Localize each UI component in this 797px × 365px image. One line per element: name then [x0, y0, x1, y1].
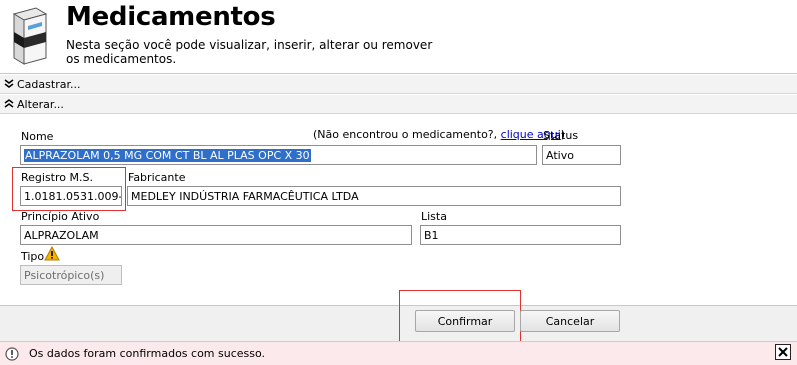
warning-icon	[44, 246, 60, 261]
lista-value: B1	[424, 228, 439, 242]
section-cadastrar-label: Cadastrar...	[17, 77, 81, 91]
info-icon	[5, 346, 19, 361]
registro-value: 1.0181.0531.009-1	[24, 189, 122, 203]
cancel-button[interactable]: Cancelar	[520, 310, 620, 332]
status-label: Status	[543, 129, 579, 142]
double-chevron-down-icon	[4, 79, 14, 88]
not-found-text: (Não encontrou o medicamento?,	[313, 128, 498, 141]
principio-input[interactable]: ALPRAZOLAM	[20, 225, 412, 245]
fabricante-label: Fabricante	[128, 171, 186, 184]
close-status-button[interactable]	[775, 344, 791, 360]
fabricante-input[interactable]: MEDLEY INDÚSTRIA FARMACÊUTICA LTDA	[127, 186, 621, 206]
tipo-field: Psicotrópico(s)	[20, 265, 122, 285]
page-header: Medicamentos Nesta seção você pode visua…	[0, 0, 797, 74]
nome-input[interactable]: ALPRAZOLAM 0,5 MG COM CT BL AL PLAS OPC …	[20, 145, 537, 165]
registro-input[interactable]: 1.0181.0531.009-1	[20, 186, 122, 206]
not-found-hint: (Não encontrou o medicamento?, clique aq…	[313, 128, 565, 141]
status-bar: Os dados foram confirmados com sucesso.	[0, 341, 797, 365]
lista-label: Lista	[421, 210, 447, 223]
page-description: Nesta seção você pode visualizar, inseri…	[66, 38, 433, 66]
nome-value: ALPRAZOLAM 0,5 MG COM CT BL AL PLAS OPC …	[24, 148, 311, 162]
double-chevron-up-icon	[4, 99, 14, 108]
section-cadastrar[interactable]: Cadastrar...	[0, 75, 797, 94]
close-icon	[778, 347, 788, 357]
section-alterar-label: Alterar...	[17, 97, 64, 111]
principio-label: Princípio Ativo	[21, 210, 100, 223]
section-alterar[interactable]: Alterar...	[0, 95, 797, 114]
fabricante-value: MEDLEY INDÚSTRIA FARMACÊUTICA LTDA	[131, 189, 359, 203]
medicine-box-icon	[12, 7, 48, 65]
nome-label: Nome	[21, 130, 54, 143]
status-message: Os dados foram confirmados com sucesso.	[29, 347, 266, 360]
registro-label: Registro M.S.	[21, 171, 93, 184]
principio-value: ALPRAZOLAM	[24, 228, 99, 242]
confirm-button[interactable]: Confirmar	[415, 310, 515, 332]
status-value: Ativo	[546, 148, 574, 162]
lista-input[interactable]: B1	[420, 225, 621, 245]
tipo-value: Psicotrópico(s)	[24, 268, 105, 282]
status-field[interactable]: Ativo	[542, 145, 621, 165]
tipo-label: Tipo	[21, 250, 45, 263]
page-title: Medicamentos	[66, 2, 276, 32]
